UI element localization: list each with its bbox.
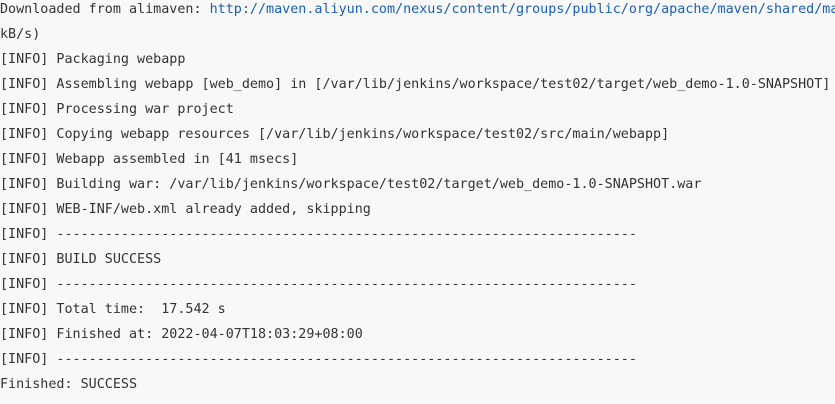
console-line: [INFO] Processing war project [0,102,234,117]
console-line: [INFO] Building war: /var/lib/jenkins/wo… [0,177,702,192]
finished-status-line: Finished: SUCCESS [0,377,138,392]
console-line-download-rate: kB/s) [0,27,41,42]
download-prefix: Downloaded from alimaven: [0,2,210,17]
console-line: [INFO] Packaging webapp [0,52,186,67]
download-url-link[interactable]: http://maven.aliyun.com/nexus/content/gr… [210,2,835,17]
console-output: Downloaded from alimaven: http://maven.a… [0,0,835,404]
console-line: [INFO] Assembling webapp [web_demo] in [… [0,77,831,92]
build-status-line: [INFO] BUILD SUCCESS [0,252,162,267]
console-line-download: Downloaded from alimaven: http://maven.a… [0,0,835,22]
console-separator: [INFO] ---------------------------------… [0,352,637,367]
total-time-line: [INFO] Total time: 17.542 s [0,302,226,317]
console-separator: [INFO] ---------------------------------… [0,227,637,242]
console-separator: [INFO] ---------------------------------… [0,277,637,292]
console-line: [INFO] Copying webapp resources [/var/li… [0,127,670,142]
console-line: [INFO] WEB-INF/web.xml already added, sk… [0,202,371,217]
finished-at-line: [INFO] Finished at: 2022-04-07T18:03:29+… [0,327,363,342]
console-line: [INFO] Webapp assembled in [41 msecs] [0,152,299,167]
